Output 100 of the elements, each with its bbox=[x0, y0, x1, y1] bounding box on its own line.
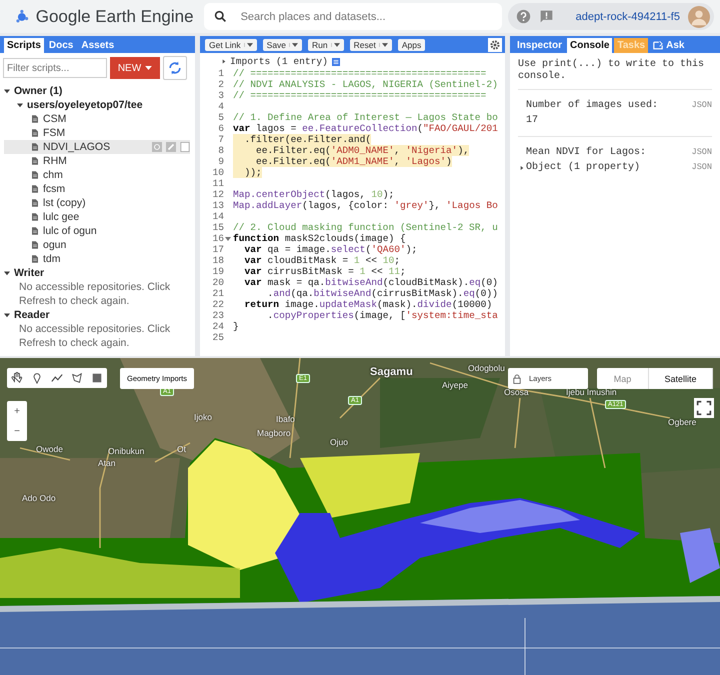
document-icon[interactable] bbox=[332, 58, 340, 66]
refresh-button[interactable] bbox=[163, 56, 187, 80]
help-icon[interactable] bbox=[516, 9, 531, 24]
line-number: 19 bbox=[211, 266, 224, 277]
line-number: 13 bbox=[211, 200, 224, 211]
expand-caret-icon[interactable] bbox=[4, 270, 10, 276]
panel-tab[interactable]: Inspector bbox=[514, 38, 566, 53]
code-line: // NDVI ANALYSIS - LAGOS, NIGERIA (Sentinel-2) bbox=[233, 79, 498, 90]
code-line: var mask = qa.bitwiseAnd(cloudBitMask).eq(0) bbox=[244, 277, 498, 288]
project-name[interactable]: adept-rock-494211-f5 bbox=[576, 10, 680, 22]
script-item[interactable]: tdm bbox=[4, 252, 190, 266]
file-icon bbox=[32, 227, 38, 235]
map-type-button[interactable]: Map bbox=[597, 368, 649, 389]
rectangle-icon[interactable] bbox=[91, 372, 103, 384]
empty-message: No accessible repositories. Click Refresh to check again. bbox=[18, 322, 172, 350]
new-button[interactable]: NEW bbox=[110, 57, 160, 79]
toolbar-button[interactable]: Apps bbox=[398, 38, 426, 50]
fold-caret-icon[interactable] bbox=[225, 236, 231, 240]
code-line: var cirrusBitMask = 1 << 11; bbox=[244, 266, 406, 277]
line-icon[interactable] bbox=[51, 372, 63, 384]
line-number: 18 bbox=[211, 255, 224, 266]
file-icon bbox=[32, 185, 38, 193]
place-label: Ot bbox=[177, 444, 186, 454]
code-line: // 2. Cloud masking function (Sentinel-2 SR, u bbox=[233, 222, 498, 233]
code-line: function maskS2clouds(image) { bbox=[233, 233, 406, 244]
file-icon bbox=[32, 199, 38, 207]
toolbar-button[interactable]: Save bbox=[262, 38, 302, 50]
script-item[interactable]: chm bbox=[4, 168, 190, 182]
panel-tab[interactable]: Ask bbox=[650, 38, 688, 53]
caret-icon bbox=[145, 66, 152, 70]
pin-icon[interactable] bbox=[31, 372, 43, 384]
file-icon bbox=[32, 115, 38, 123]
expand-caret-icon[interactable] bbox=[520, 164, 524, 170]
file-icon bbox=[32, 171, 38, 179]
place-label: Sagamu bbox=[370, 366, 413, 378]
place-label: Owode bbox=[36, 444, 63, 454]
line-number: 21 bbox=[211, 288, 224, 299]
settings-icon[interactable] bbox=[488, 38, 502, 52]
search-bar[interactable]: Search places and datasets... bbox=[204, 3, 502, 30]
script-item[interactable]: lst (copy) bbox=[4, 196, 190, 210]
dropdown-caret-icon[interactable] bbox=[289, 42, 298, 46]
place-label: Atan bbox=[98, 458, 116, 468]
json-link[interactable]: JSON bbox=[692, 145, 712, 160]
script-item[interactable]: RHM bbox=[4, 154, 190, 168]
expand-caret-icon[interactable] bbox=[17, 102, 23, 108]
toolbar-button[interactable]: Run bbox=[308, 38, 344, 50]
zoom-button[interactable]: + bbox=[7, 401, 27, 421]
expand-caret-icon[interactable] bbox=[4, 312, 10, 318]
hand-icon[interactable] bbox=[11, 372, 23, 384]
imports-label[interactable]: Imports (1 entry) bbox=[230, 56, 328, 67]
place-label: Ado Odo bbox=[22, 493, 56, 503]
line-number: 16 bbox=[211, 233, 224, 244]
script-item[interactable]: FSM bbox=[4, 126, 190, 140]
line-number: 15 bbox=[211, 222, 224, 233]
line-number: 1 bbox=[217, 68, 224, 79]
map-type-button[interactable]: Satellite bbox=[649, 368, 713, 389]
line-number: 25 bbox=[211, 332, 224, 343]
panel-tab[interactable]: Console bbox=[567, 38, 612, 53]
json-link[interactable]: JSON bbox=[692, 160, 712, 175]
script-item[interactable]: CSM bbox=[4, 112, 190, 126]
place-label: Aiyepe bbox=[442, 380, 468, 390]
code-line: // 1. Define Area of Interest — Lagos State bo bbox=[233, 112, 498, 123]
refresh-icon bbox=[167, 60, 183, 76]
panel-tab[interactable]: Assets bbox=[78, 38, 118, 53]
expand-caret-icon[interactable] bbox=[4, 88, 10, 94]
code-line: .copyProperties(image, ['system:time_sta bbox=[266, 310, 498, 321]
dropdown-caret-icon[interactable] bbox=[378, 42, 388, 46]
ask-icon bbox=[653, 41, 664, 50]
line-number: 2 bbox=[217, 79, 224, 90]
toolbar-button[interactable]: Get Link bbox=[205, 38, 257, 50]
place-label: Ijebu Imushin bbox=[566, 387, 617, 397]
line-number: 5 bbox=[217, 112, 224, 123]
fullscreen-icon[interactable] bbox=[694, 398, 714, 418]
panel-tab[interactable]: Scripts bbox=[4, 38, 44, 53]
place-label: Odogbolu bbox=[468, 363, 505, 373]
tree-group-label[interactable]: Reader bbox=[14, 309, 50, 321]
repository-label[interactable]: users/oyeleyetop07/tee bbox=[27, 99, 143, 111]
filter-scripts-field[interactable]: Filter scripts... bbox=[3, 58, 107, 78]
feedback-icon[interactable] bbox=[538, 9, 554, 24]
line-number: 14 bbox=[211, 211, 224, 222]
script-item[interactable]: lulc gee bbox=[4, 210, 190, 224]
search-icon bbox=[214, 10, 227, 23]
json-link[interactable]: JSON bbox=[692, 98, 712, 113]
console-hint: Use print(...) to write to this console. bbox=[518, 59, 706, 83]
tree-group-label[interactable]: Owner (1) bbox=[14, 85, 62, 97]
dropdown-caret-icon[interactable] bbox=[330, 42, 340, 46]
toolbar-button[interactable]: Reset bbox=[350, 38, 392, 50]
dropdown-caret-icon[interactable] bbox=[244, 42, 253, 46]
polygon-icon[interactable] bbox=[71, 372, 83, 384]
script-item[interactable]: fcsm bbox=[4, 182, 190, 196]
script-item[interactable]: ogun bbox=[4, 238, 190, 252]
expand-caret-icon[interactable] bbox=[222, 59, 226, 64]
empty-message: No accessible repositories. Click Refresh to check again. bbox=[18, 280, 172, 308]
panel-tab[interactable]: Docs bbox=[46, 38, 76, 53]
line-number: 8 bbox=[217, 145, 224, 156]
zoom-button[interactable]: − bbox=[7, 421, 27, 441]
search-field[interactable]: Search places and datasets... bbox=[238, 10, 492, 24]
script-item[interactable]: lulc of ogun bbox=[4, 224, 190, 238]
code-line: Map.addLayer(lagos, {color: 'grey'}, 'Lagos Bo bbox=[233, 200, 498, 211]
tree-group-label[interactable]: Writer bbox=[14, 267, 44, 279]
